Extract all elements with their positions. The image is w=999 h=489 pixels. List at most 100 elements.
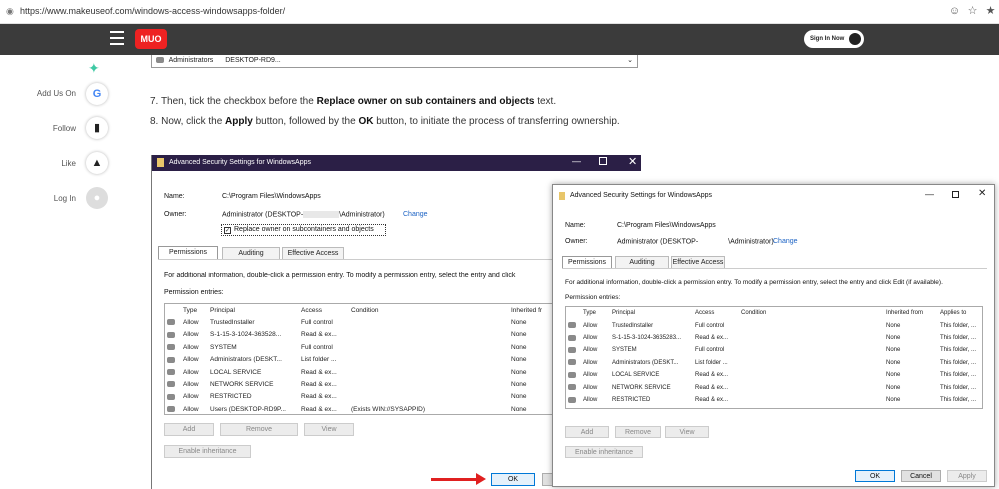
col-inherited-from[interactable]: Inherited from [884,307,938,319]
table-cell: NETWORK SERVICE [210,381,274,389]
view-button[interactable]: View [665,426,709,438]
menu-icon[interactable] [110,31,124,45]
col-type[interactable]: Type [581,307,610,319]
principal-icon [568,384,576,391]
minimize-icon[interactable]: — [572,156,581,166]
table-row[interactable]: Allow RESTRICTED Read & ex... None This fold… [566,394,982,406]
ok-button[interactable]: OK [491,473,535,486]
table-cell: Full control [301,319,333,327]
tab-permissions[interactable]: Permissions [158,246,218,259]
col-condition[interactable]: Condition [349,304,509,316]
close-icon[interactable]: ✕ [978,188,986,199]
col-access[interactable]: Access [693,307,739,319]
url-text[interactable]: https://www.makeuseof.com/windows-access… [20,6,285,16]
replace-owner-label: Replace owner on subcontainers and objec… [234,226,374,233]
security-dialog-overlay: Advanced Security Settings for WindowsAp… [552,184,995,487]
col-principal[interactable]: Principal [610,307,693,319]
table-row[interactable]: Allow LOCAL SERVICE Read & ex... None This f… [566,369,982,381]
principal-icon [568,347,576,354]
table-cell: This folder, ... [940,372,977,379]
table-cell: Allow [183,381,199,389]
principal-icon [568,322,576,329]
col-principal[interactable]: Principal [208,304,299,316]
star-icon[interactable]: ☆ [966,5,979,18]
remove-button[interactable]: Remove [615,426,661,438]
table-row[interactable]: Allow NETWORK SERVICE Read & ex... None This… [566,381,982,393]
col-applies-to[interactable]: Applies to [938,307,982,319]
col-condition[interactable]: Condition [739,307,884,319]
tab-effective-access[interactable]: Effective Access [671,256,725,268]
view-button[interactable]: View [304,423,354,436]
table-cell: Read & ex... [695,372,729,379]
add-button[interactable]: Add [565,426,609,438]
enable-inheritance-button[interactable]: Enable inheritance [565,446,643,458]
user-icon[interactable]: ● [86,187,108,209]
table-cell [739,394,884,406]
table-cell: RESTRICTED [210,393,252,401]
thumbs-up-icon[interactable]: ▲ [86,152,108,174]
table-cell: Read & ex... [695,334,729,341]
table-cell: S-1-15-3-1024-3635283... [612,334,682,341]
tab-divider [562,268,987,269]
tab-effective-access[interactable]: Effective Access [282,247,344,259]
table-cell: Allow [583,334,598,341]
browser-address-bar[interactable]: ◉ https://www.makeuseof.com/windows-acce… [0,0,999,24]
table-cell: Allow [583,384,598,391]
info-text: For additional information, double-click… [565,279,943,286]
principal-dropdown[interactable]: Administrators DESKTOP-RD9... ⌄ [151,55,638,68]
add-button[interactable]: Add [164,423,214,436]
sign-in-button[interactable]: Sign In Now [804,30,864,48]
table-cell [739,319,884,331]
tab-auditing[interactable]: Auditing [222,247,280,259]
extension-icon[interactable]: ★ [984,5,997,18]
table-cell: Administrators (DESKT... [612,359,679,366]
dropdown-principal: Administrators [168,57,214,64]
table-cell: List folder ... [695,359,728,366]
enable-inheritance-button[interactable]: Enable inheritance [164,445,251,458]
ok-button[interactable]: OK [855,470,895,482]
entries-label: Permission entries: [164,289,224,296]
col-type[interactable]: Type [181,304,208,316]
tab-permissions[interactable]: Permissions [562,256,612,268]
permission-list[interactable]: Type Principal Access Condition Inherite… [565,306,983,409]
table-cell: Read & ex... [301,368,337,376]
google-icon[interactable]: G [86,83,108,105]
table-cell: LOCAL SERVICE [210,368,262,376]
table-row[interactable]: Allow SYSTEM Full control None This folder, … [566,344,982,356]
table-cell: Allow [183,356,199,364]
table-cell: Allow [183,331,199,339]
table-cell: Allow [583,347,598,354]
change-owner-link[interactable]: Change [403,211,428,218]
table-cell: Full control [695,347,725,354]
maximize-icon[interactable] [599,157,607,165]
change-owner-link[interactable]: Change [773,238,798,245]
remove-button[interactable]: Remove [220,423,298,436]
table-cell: None [886,334,901,341]
reader-icon[interactable]: ☺ [948,5,961,18]
replace-owner-checkbox[interactable]: ✓ Replace owner on subcontainers and obj… [221,224,386,236]
bookmark-icon[interactable]: ▮ [86,117,108,139]
col-access[interactable]: Access [299,304,349,316]
table-cell: This folder, ... [940,347,977,354]
principal-icon [568,371,576,378]
table-row[interactable]: AllowUsers (DESKTOP-Read & ex...(Exists … [566,406,982,408]
minimize-icon[interactable]: — [925,189,934,199]
owner-value: Administrator (DESKTOP- \Administrator) [617,238,774,246]
close-icon[interactable]: ✕ [628,155,637,168]
name-label: Name: [164,193,185,200]
table-cell: This folder, ... [940,396,977,403]
tab-auditing[interactable]: Auditing [615,256,669,268]
table-row[interactable]: Allow S-1-15-3-1024-3635283... Read & ex..… [566,332,982,344]
apply-button[interactable]: Apply [947,470,987,482]
table-cell [349,341,509,353]
maximize-icon[interactable] [952,191,959,198]
table-cell: Read & ex... [301,331,337,339]
table-cell: Full control [695,322,725,329]
table-cell: This folder, ... [938,406,982,408]
dialog-title: Advanced Security Settings for WindowsAp… [570,192,713,199]
site-logo[interactable]: MUO [135,29,167,49]
table-row[interactable]: Allow TrustedInstaller Full control None Thi… [566,319,982,331]
table-cell: None [886,359,901,366]
cancel-button[interactable]: Cancel [901,470,941,482]
table-row[interactable]: Allow Administrators (DESKT... List folder… [566,357,982,369]
